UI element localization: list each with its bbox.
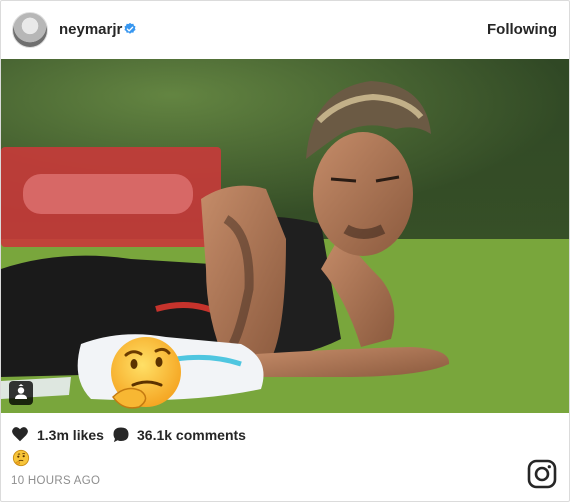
emoji-right-eye	[155, 357, 163, 367]
username-link[interactable]: neymarjr	[59, 21, 122, 38]
user-tag-icon	[15, 384, 27, 399]
post-photo[interactable]	[1, 59, 569, 413]
user-tag-button[interactable]	[9, 381, 33, 405]
instagram-logo-icon[interactable]	[527, 459, 557, 489]
post-header: neymarjr Following	[1, 1, 569, 59]
player-beard	[343, 224, 386, 239]
comment-bubble-icon[interactable]	[112, 426, 130, 444]
instagram-post-card: neymarjr Following 1.3m likes 36.1k comm…	[0, 0, 570, 502]
heart-icon[interactable]	[11, 426, 29, 442]
post-timestamp: 10 HOURS AGO	[11, 475, 101, 487]
banner-blurred-logo	[23, 174, 193, 214]
likes-count[interactable]: 1.3m likes	[37, 427, 104, 443]
thinking-face-emoji	[12, 449, 30, 467]
comments-count[interactable]: 36.1k comments	[137, 427, 246, 443]
following-button[interactable]: Following	[487, 21, 557, 38]
emoji-left-eye	[130, 359, 138, 369]
verified-badge-icon	[124, 22, 136, 34]
profile-avatar[interactable]	[12, 12, 48, 48]
